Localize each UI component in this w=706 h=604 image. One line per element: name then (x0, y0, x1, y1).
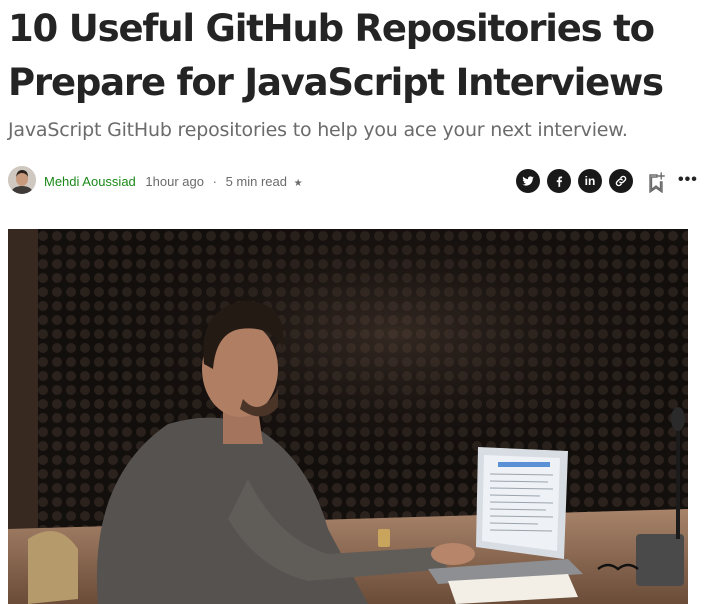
linkedin-label: in (584, 174, 596, 188)
article-subtitle: JavaScript GitHub repositories to help y… (8, 119, 628, 141)
published-time: 1hour ago (145, 174, 204, 189)
byline-separator: · (212, 174, 217, 189)
author-name[interactable]: Mehdi Aoussiad (44, 174, 136, 189)
copy-link-icon[interactable] (609, 169, 633, 193)
member-only-star-icon: ★ (293, 178, 303, 189)
share-toolbar: in ••• (516, 169, 698, 198)
article-title: 10 Useful GitHub Repositories to Prepare… (8, 7, 664, 104)
linkedin-icon[interactable]: in (578, 169, 602, 193)
author-avatar[interactable] (8, 166, 36, 194)
twitter-icon[interactable] (516, 169, 540, 193)
byline-meta: Mehdi Aoussiad 1hour ago · 5 min read ★ (44, 174, 303, 192)
bookmark-add-icon[interactable] (646, 171, 666, 198)
facebook-icon[interactable] (547, 169, 571, 193)
more-options-icon[interactable]: ••• (678, 169, 698, 191)
read-time: 5 min read (225, 174, 287, 189)
hero-image (8, 229, 688, 604)
byline: Mehdi Aoussiad 1hour ago · 5 min read ★ … (8, 166, 698, 198)
